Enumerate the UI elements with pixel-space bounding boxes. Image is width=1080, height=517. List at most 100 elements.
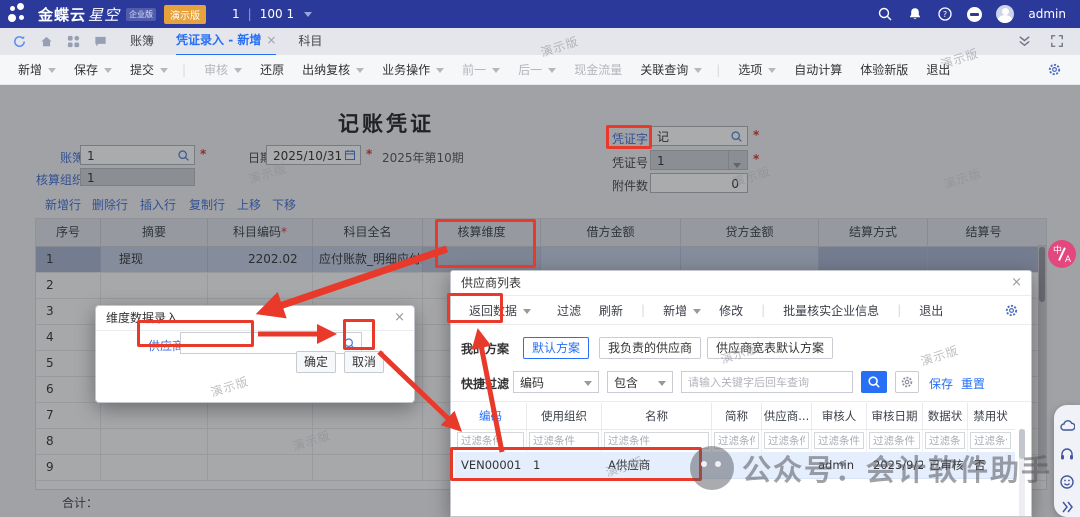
toolbar-cash-flow[interactable]: 现金流量 — [574, 61, 622, 78]
toolbar-previous[interactable]: 前一 — [462, 61, 500, 78]
apps-grid-icon[interactable] — [66, 34, 81, 49]
toolbar-separator: | — [641, 303, 645, 317]
supplier-list-dialog: 供应商列表 × 返回数据 过滤 刷新 | 新增 修改 | 批量核实企业信息 | … — [450, 270, 1032, 517]
scheme-my-suppliers[interactable]: 我负责的供应商 — [599, 337, 701, 359]
chevron-down-icon — [584, 381, 592, 386]
search-icon[interactable] — [343, 337, 356, 350]
supplier-row[interactable]: VEN00001 1 A供应商 admin 2025/9/26 已审核 否 — [455, 452, 1015, 479]
exit-button[interactable]: 退出 — [919, 302, 943, 319]
toolbar-submit[interactable]: 提交 — [130, 61, 168, 78]
filter-supplier-input[interactable] — [764, 432, 809, 449]
col-audit-date[interactable]: 审核日期 — [867, 403, 923, 429]
toolbar-new[interactable]: 新增 — [18, 61, 56, 78]
filter-forbid-status-input[interactable] — [970, 432, 1011, 449]
ok-button[interactable]: 确定 — [296, 351, 336, 373]
sync-icon[interactable] — [12, 34, 27, 49]
collapse-double-chevron-icon[interactable] — [1017, 34, 1032, 49]
quick-filter-row: 快捷过滤 编码 包含 保存 重置 — [451, 367, 1032, 402]
col-name[interactable]: 名称 — [602, 403, 712, 429]
return-data-button[interactable]: 返回数据 — [469, 302, 531, 319]
toolbar-related-query[interactable]: 关联查询 — [640, 61, 702, 78]
toolbar-auto-calc[interactable]: 自动计算 — [794, 61, 842, 78]
fullscreen-icon[interactable] — [1050, 34, 1064, 48]
help-icon[interactable]: ? — [937, 6, 953, 22]
chevron-down-icon — [548, 68, 556, 73]
close-icon[interactable]: × — [394, 310, 405, 325]
supplier-code-link[interactable]: VEN00001 — [455, 452, 527, 478]
do-not-disturb-icon[interactable] — [967, 7, 982, 22]
supplier-field-label: 供应商 — [148, 337, 184, 354]
scheme-wide-table[interactable]: 供应商宽表默认方案 — [707, 337, 833, 359]
chevron-down-icon — [768, 68, 776, 73]
close-tab-icon[interactable]: × — [266, 33, 276, 47]
gear-icon[interactable] — [1004, 303, 1019, 318]
tab-bar: 账簿 凭证录入 - 新增× 科目 — [0, 28, 1080, 56]
tab-ledger[interactable]: 账簿 — [130, 28, 154, 55]
filter-auditor-input[interactable] — [814, 432, 864, 449]
filter-code-input[interactable] — [457, 432, 524, 449]
toolbar-next[interactable]: 后一 — [518, 61, 556, 78]
tab-voucher-entry[interactable]: 凭证录入 - 新增× — [176, 27, 276, 56]
search-button[interactable] — [861, 371, 887, 393]
chevron-down-icon — [234, 68, 242, 73]
col-supplier[interactable]: 供应商... — [762, 403, 812, 429]
keyword-input[interactable] — [681, 371, 853, 393]
notification-bell-icon[interactable] — [907, 6, 923, 22]
avatar[interactable] — [996, 5, 1014, 23]
cancel-button[interactable]: 取消 — [344, 351, 384, 373]
filter-name-input[interactable] — [604, 432, 709, 449]
scheme-default[interactable]: 默认方案 — [523, 337, 589, 359]
filter-data-status-input[interactable] — [925, 432, 965, 449]
new-button[interactable]: 新增 — [663, 302, 701, 319]
supplier-table-scrollbar[interactable] — [1019, 429, 1025, 517]
tab-accounts[interactable]: 科目 — [298, 28, 322, 55]
col-short-name[interactable]: 简称 — [712, 403, 762, 429]
filter-settings-button[interactable] — [895, 371, 919, 393]
toolbar-try-new[interactable]: 体验新版 — [860, 61, 908, 78]
filter-short-name-input[interactable] — [714, 432, 759, 449]
chat-icon[interactable] — [93, 34, 108, 49]
supplier-table: 编码 使用组织 名称 简称 供应商... 审核人 审核日期 数据状态 禁用状态 — [455, 403, 1015, 479]
smiley-icon[interactable] — [1059, 474, 1075, 490]
dialog-title: 维度数据录入 — [96, 306, 414, 331]
modify-button[interactable]: 修改 — [719, 302, 743, 319]
toolbar-cashier-review[interactable]: 出纳复核 — [302, 61, 364, 78]
toolbar-options[interactable]: 选项 — [738, 61, 776, 78]
scheme-row: 我的方案 默认方案 我负责的供应商 供应商宽表默认方案 — [451, 333, 1032, 363]
cloud-icon[interactable] — [1059, 418, 1075, 434]
col-use-org[interactable]: 使用组织 — [527, 403, 602, 429]
headset-icon[interactable] — [1059, 446, 1075, 462]
username[interactable]: admin — [1028, 7, 1066, 21]
toolbar-audit[interactable]: 审核 — [204, 61, 242, 78]
filter-button[interactable]: 过滤 — [557, 302, 581, 319]
refresh-button[interactable]: 刷新 — [599, 302, 623, 319]
toolbar-separator: | — [182, 63, 186, 77]
filter-field-select[interactable]: 编码 — [513, 371, 599, 393]
chevron-double-right-icon[interactable] — [1059, 499, 1075, 515]
voucher-toolbar: 新增 保存 提交 | 审核 还原 出纳复核 业务操作 前一 后一 现金流量 关联… — [0, 55, 1080, 85]
col-code[interactable]: 编码 — [455, 403, 527, 429]
toolbar-save[interactable]: 保存 — [74, 61, 112, 78]
org-switcher[interactable]: 1|100 1 — [232, 7, 312, 21]
filter-audit-date-input[interactable] — [869, 432, 920, 449]
batch-verify-button[interactable]: 批量核实企业信息 — [783, 302, 879, 319]
filter-use-org-input[interactable] — [529, 432, 599, 449]
toolbar-business-ops[interactable]: 业务操作 — [382, 61, 444, 78]
col-auditor[interactable]: 审核人 — [812, 403, 867, 429]
toolbar-restore[interactable]: 还原 — [260, 61, 284, 78]
close-icon[interactable]: × — [1011, 275, 1022, 290]
filter-operator-select[interactable]: 包含 — [607, 371, 673, 393]
save-filter-link[interactable]: 保存 — [929, 375, 953, 392]
gear-icon — [900, 375, 914, 389]
search-icon[interactable] — [877, 6, 893, 22]
home-icon[interactable] — [39, 34, 54, 49]
search-icon — [867, 375, 881, 389]
col-forbid-status[interactable]: 禁用状态 — [968, 403, 1013, 429]
reset-filter-link[interactable]: 重置 — [961, 375, 985, 392]
toolbar-exit[interactable]: 退出 — [926, 61, 950, 78]
translate-float-button[interactable]: 中A — [1048, 240, 1076, 268]
gear-icon[interactable] — [1047, 62, 1062, 77]
chevron-down-icon — [160, 68, 168, 73]
col-data-status[interactable]: 数据状态 — [923, 403, 968, 429]
kingdee-logo-icon — [8, 3, 34, 25]
